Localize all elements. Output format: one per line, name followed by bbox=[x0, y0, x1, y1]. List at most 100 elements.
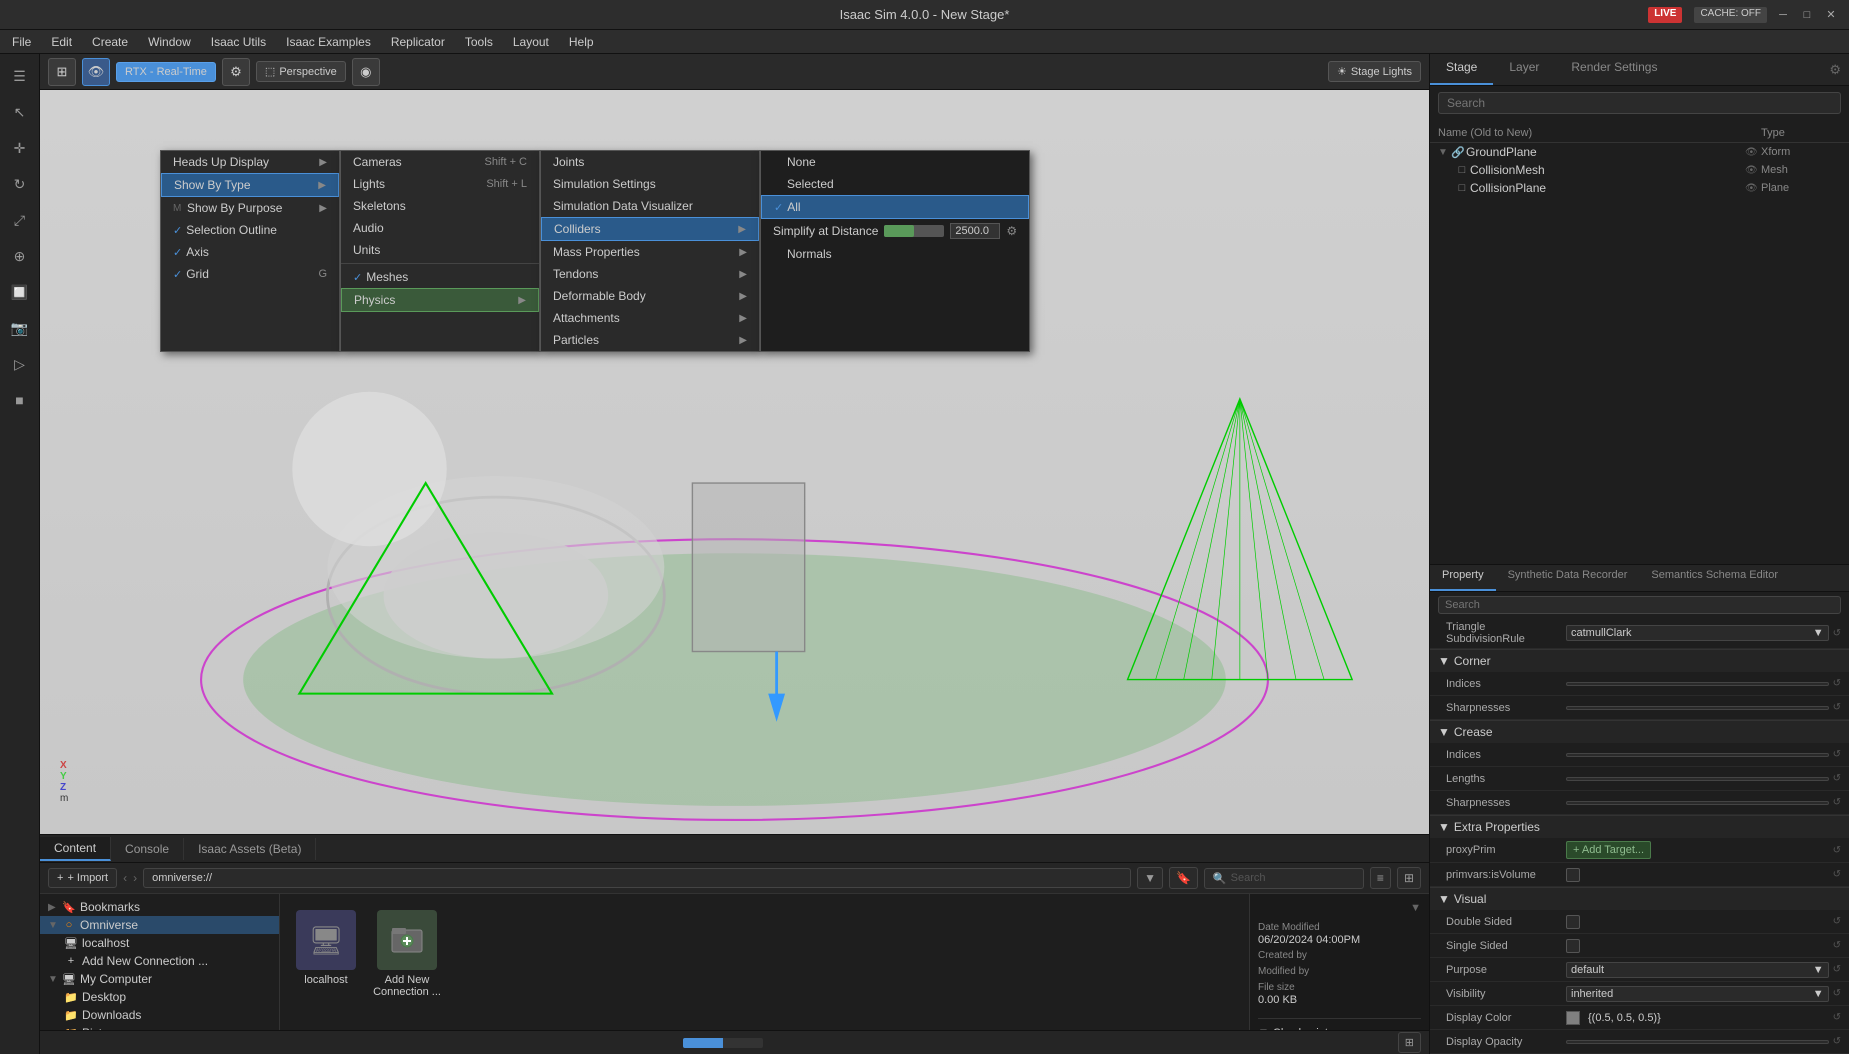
menu-item-particles[interactable]: Particles ▶ bbox=[541, 329, 759, 351]
content-search-input[interactable]: 🔍 Search bbox=[1204, 868, 1364, 889]
maximize-button[interactable]: □ bbox=[1799, 7, 1815, 23]
menu-item-tendons[interactable]: Tendons ▶ bbox=[541, 263, 759, 285]
sidebar-select-icon[interactable]: ↖ bbox=[6, 98, 34, 126]
view-filter-button[interactable]: ≡ bbox=[1370, 867, 1391, 889]
double-sided-reset[interactable]: ↺ bbox=[1833, 916, 1841, 927]
tab-render-settings[interactable]: Render Settings bbox=[1555, 54, 1673, 85]
crease-sharpnesses-reset[interactable]: ↺ bbox=[1833, 797, 1841, 808]
sidebar-item-omniverse[interactable]: ▼ ○ Omniverse bbox=[40, 916, 279, 934]
grid-view-button[interactable]: ⊞ bbox=[1397, 867, 1421, 889]
sidebar-item-desktop[interactable]: 📁 Desktop bbox=[40, 988, 279, 1006]
menu-tools[interactable]: Tools bbox=[461, 33, 497, 51]
tree-row-collisionplane[interactable]: □ CollisionPlane 👁 Plane bbox=[1430, 179, 1849, 197]
path-bar[interactable]: omniverse:// bbox=[143, 868, 1131, 888]
menu-item-attachments[interactable]: Attachments ▶ bbox=[541, 307, 759, 329]
close-button[interactable]: ✕ bbox=[1823, 7, 1839, 23]
menu-isaac-examples[interactable]: Isaac Examples bbox=[282, 33, 375, 51]
visual-section-header[interactable]: ▼ Visual bbox=[1430, 888, 1849, 910]
sidebar-item-localhost[interactable]: 🖥 localhost bbox=[40, 934, 279, 952]
menu-item-selected[interactable]: Selected bbox=[761, 173, 1029, 195]
menu-layout[interactable]: Layout bbox=[509, 33, 553, 51]
simplify-slider[interactable] bbox=[884, 225, 944, 237]
menu-window[interactable]: Window bbox=[144, 33, 195, 51]
menu-create[interactable]: Create bbox=[88, 33, 132, 51]
sidebar-play-icon[interactable]: ▷ bbox=[6, 350, 34, 378]
purpose-reset[interactable]: ↺ bbox=[1833, 964, 1841, 975]
proxy-prim-reset[interactable]: ↺ bbox=[1833, 845, 1841, 856]
tree-row-collisionmesh[interactable]: □ CollisionMesh 👁 Mesh bbox=[1430, 161, 1849, 179]
content-item-localhost[interactable]: 🖥 localhost bbox=[296, 910, 356, 998]
menu-item-units[interactable]: Units bbox=[341, 239, 539, 261]
add-target-button[interactable]: + Add Target... bbox=[1566, 841, 1651, 859]
menu-isaac-utils[interactable]: Isaac Utils bbox=[207, 33, 270, 51]
groundplane-eye-icon[interactable]: 👁 bbox=[1745, 147, 1761, 158]
menu-item-lights[interactable]: Lights Shift + L bbox=[341, 173, 539, 195]
menu-item-all[interactable]: ✓ All bbox=[761, 195, 1029, 219]
sidebar-move-icon[interactable]: ✛ bbox=[6, 134, 34, 162]
menu-item-skeletons[interactable]: Skeletons bbox=[341, 195, 539, 217]
display-opacity-reset[interactable]: ↺ bbox=[1833, 1036, 1841, 1047]
sidebar-snap-icon[interactable]: 🔲 bbox=[6, 278, 34, 306]
viewport-eye-icon[interactable]: 👁 bbox=[82, 58, 110, 86]
corner-section-header[interactable]: ▼ Corner bbox=[1430, 650, 1849, 672]
nav-back-icon[interactable]: ‹ bbox=[123, 871, 127, 885]
sidebar-scale-icon[interactable]: ⤢ bbox=[6, 206, 34, 234]
menu-item-selection-outline[interactable]: ✓ Selection Outline bbox=[161, 219, 339, 241]
grid-layout-button[interactable]: ⊞ bbox=[1398, 1032, 1421, 1053]
collisionplane-eye-icon[interactable]: 👁 bbox=[1745, 183, 1761, 194]
crease-lengths-reset[interactable]: ↺ bbox=[1833, 773, 1841, 784]
property-search-input[interactable] bbox=[1438, 596, 1841, 614]
tab-property[interactable]: Property bbox=[1430, 565, 1496, 591]
renderer-button[interactable]: RTX - Real-Time bbox=[116, 62, 216, 82]
menu-help[interactable]: Help bbox=[565, 33, 598, 51]
display-color-swatch[interactable] bbox=[1566, 1011, 1580, 1025]
visibility-reset[interactable]: ↺ bbox=[1833, 988, 1841, 999]
simplify-settings-icon[interactable]: ⚙ bbox=[1006, 224, 1017, 238]
corner-sharpnesses-reset[interactable]: ↺ bbox=[1833, 702, 1841, 713]
stage-lights-button[interactable]: ☀ Stage Lights bbox=[1328, 61, 1421, 82]
perspective-button[interactable]: ⬚ Perspective bbox=[256, 61, 346, 82]
sidebar-item-my-computer[interactable]: ▼ 🖥 My Computer bbox=[40, 970, 279, 988]
sidebar-item-downloads[interactable]: 📁 Downloads bbox=[40, 1006, 279, 1024]
menu-item-show-by-purpose[interactable]: M Show By Purpose ▶ bbox=[161, 197, 339, 219]
menu-item-none[interactable]: None bbox=[761, 151, 1029, 173]
crease-lengths-input[interactable] bbox=[1566, 777, 1829, 781]
viewport-canvas[interactable]: X Y Z m Heads Up Display ▶ bbox=[40, 90, 1429, 834]
menu-item-simulation-data[interactable]: Simulation Data Visualizer bbox=[541, 195, 759, 217]
display-color-reset[interactable]: ↺ bbox=[1833, 1012, 1841, 1023]
subdivision-select[interactable]: catmullClark ▼ bbox=[1566, 625, 1829, 641]
menu-item-cameras[interactable]: Cameras Shift + C bbox=[341, 151, 539, 173]
filter-button[interactable]: ▼ bbox=[1137, 867, 1163, 889]
menu-item-deformable-body[interactable]: Deformable Body ▶ bbox=[541, 285, 759, 307]
menu-item-colliders[interactable]: Colliders ▶ bbox=[541, 217, 759, 241]
menu-item-meshes[interactable]: ✓ Meshes bbox=[341, 266, 539, 288]
menu-item-joints[interactable]: Joints bbox=[541, 151, 759, 173]
crease-section-header[interactable]: ▼ Crease bbox=[1430, 721, 1849, 743]
single-sided-reset[interactable]: ↺ bbox=[1833, 940, 1841, 951]
filter-icon[interactable]: ⚙ bbox=[1829, 62, 1841, 78]
extra-props-header[interactable]: ▼ Extra Properties bbox=[1430, 816, 1849, 838]
purpose-select[interactable]: default ▼ bbox=[1566, 962, 1829, 978]
tab-stage[interactable]: Stage bbox=[1430, 54, 1493, 85]
crease-indices-reset[interactable]: ↺ bbox=[1833, 749, 1841, 760]
menu-item-simulation-settings[interactable]: Simulation Settings bbox=[541, 173, 759, 195]
renderer-settings-icon[interactable]: ⚙ bbox=[222, 58, 250, 86]
tab-semantics-schema[interactable]: Semantics Schema Editor bbox=[1639, 565, 1790, 591]
import-button[interactable]: + + Import bbox=[48, 868, 117, 888]
tab-layer[interactable]: Layer bbox=[1493, 54, 1555, 85]
collisionmesh-eye-icon[interactable]: 👁 bbox=[1745, 165, 1761, 176]
minimize-button[interactable]: ─ bbox=[1775, 7, 1791, 23]
menu-item-audio[interactable]: Audio bbox=[341, 217, 539, 239]
sidebar-hamburger-icon[interactable]: ☰ bbox=[6, 62, 34, 90]
menu-item-normals[interactable]: Normals bbox=[761, 243, 1029, 265]
sidebar-stop-icon[interactable]: ■ bbox=[6, 386, 34, 414]
sidebar-rotate-icon[interactable]: ↻ bbox=[6, 170, 34, 198]
properties-scroll[interactable]: Triangle SubdivisionRule catmullClark ▼ … bbox=[1430, 618, 1849, 1054]
content-item-add-connection[interactable]: Add New Connection ... bbox=[372, 910, 442, 998]
sidebar-transform-icon[interactable]: ⊕ bbox=[6, 242, 34, 270]
menu-file[interactable]: File bbox=[8, 33, 35, 51]
menu-edit[interactable]: Edit bbox=[47, 33, 76, 51]
display-opacity-input[interactable] bbox=[1566, 1040, 1829, 1044]
stage-search-input[interactable] bbox=[1438, 92, 1841, 114]
tab-content[interactable]: Content bbox=[40, 837, 111, 861]
